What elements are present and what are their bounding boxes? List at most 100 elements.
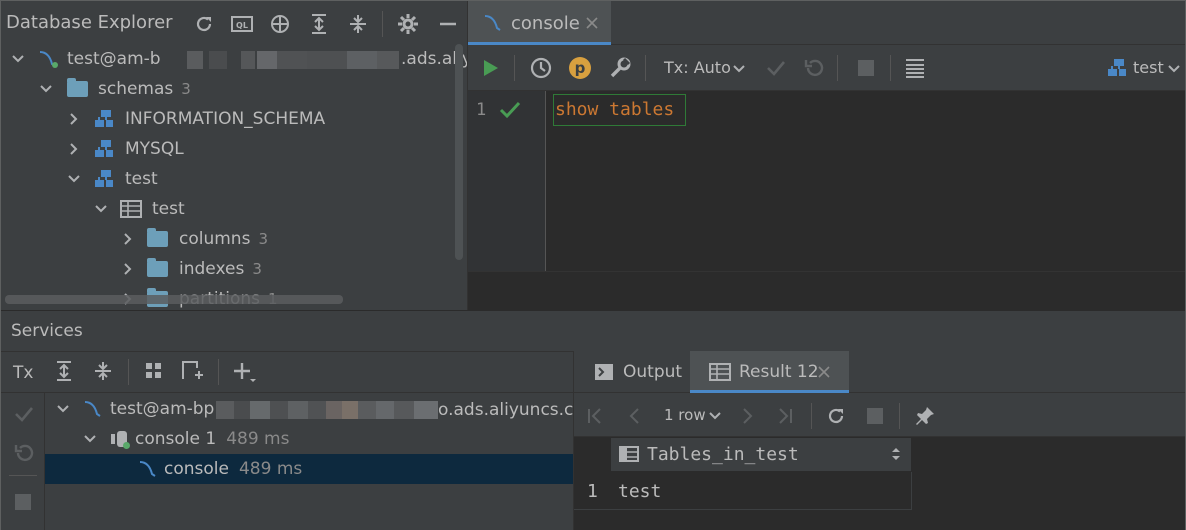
chevron-right-icon[interactable] bbox=[67, 142, 81, 156]
wrench-icon[interactable] bbox=[609, 57, 631, 79]
tab-console[interactable]: console bbox=[468, 1, 611, 45]
expand-all-icon[interactable] bbox=[307, 12, 331, 36]
first-page-icon[interactable] bbox=[586, 407, 604, 425]
folder-icon bbox=[67, 78, 88, 97]
chevron-down-icon[interactable] bbox=[732, 62, 746, 76]
refresh-icon[interactable] bbox=[192, 12, 216, 36]
schema-icon bbox=[1108, 59, 1126, 76]
parameter-icon[interactable]: p bbox=[569, 57, 591, 79]
tree-schemas[interactable]: schemas 3 bbox=[39, 74, 191, 104]
rollback-icon[interactable] bbox=[13, 442, 35, 464]
services-connection[interactable]: test@am-bp bbox=[56, 394, 214, 424]
vertical-scrollbar[interactable] bbox=[455, 44, 463, 260]
tree-mysql[interactable]: MYSQL bbox=[67, 134, 184, 164]
chevron-right-icon[interactable] bbox=[121, 262, 135, 276]
refresh-icon[interactable] bbox=[826, 406, 846, 426]
connection-label-prefix: test@am-bp bbox=[110, 399, 215, 419]
tree-label: columns bbox=[179, 229, 251, 249]
results-tab-bar: Output Result 12 bbox=[574, 351, 1185, 393]
add-icon[interactable] bbox=[232, 361, 256, 385]
hide-panel-icon[interactable] bbox=[436, 12, 460, 36]
tab-output[interactable]: Output bbox=[574, 351, 689, 393]
ql-console-icon[interactable]: QL bbox=[230, 12, 254, 36]
tab-label: Result 12 bbox=[739, 362, 819, 382]
console1-time: 489 ms bbox=[226, 429, 290, 449]
session-icon bbox=[109, 429, 131, 449]
mysql-dolphin-icon bbox=[139, 461, 156, 477]
database-explorer-panel: Database Explorer QL test@am-b .ads.aliy bbox=[1, 1, 472, 310]
tx-dropdown[interactable]: Tx bbox=[13, 363, 33, 383]
mysql-dolphin-icon bbox=[484, 15, 501, 31]
new-service-group-icon[interactable] bbox=[181, 359, 205, 381]
folder-icon bbox=[147, 258, 168, 277]
chevron-down-icon[interactable] bbox=[94, 202, 108, 216]
tree-label: MYSQL bbox=[125, 139, 184, 159]
chevron-down-icon[interactable] bbox=[39, 82, 53, 96]
tab-label: Output bbox=[623, 362, 683, 382]
tx-mode-dropdown[interactable]: Tx: Auto bbox=[664, 58, 731, 77]
group-by-icon[interactable] bbox=[144, 361, 164, 381]
selected-row bbox=[45, 454, 573, 484]
console1-label: console 1 bbox=[135, 429, 217, 449]
rollback-icon[interactable] bbox=[803, 57, 825, 79]
pin-icon[interactable] bbox=[914, 405, 936, 427]
chevron-down-icon[interactable] bbox=[56, 402, 70, 416]
tree-connection[interactable]: test@am-b bbox=[11, 44, 161, 74]
chevron-right-icon[interactable] bbox=[121, 232, 135, 246]
tree-label: INFORMATION_SCHEMA bbox=[125, 109, 326, 129]
sort-icon[interactable] bbox=[890, 447, 902, 461]
run-icon[interactable] bbox=[482, 58, 500, 78]
tree-columns[interactable]: columns 3 bbox=[121, 224, 268, 254]
tree-label: test bbox=[125, 169, 158, 189]
stop-icon[interactable] bbox=[867, 408, 883, 424]
column-header[interactable]: Tables_in_test bbox=[647, 444, 799, 465]
database-explorer-title: Database Explorer bbox=[6, 12, 173, 33]
connection-label-prefix: test@am-b bbox=[67, 49, 161, 69]
gear-icon[interactable] bbox=[396, 12, 420, 36]
close-icon[interactable] bbox=[585, 16, 599, 30]
commit-icon[interactable] bbox=[765, 57, 787, 79]
results-grid: Tables_in_test 1 test bbox=[574, 437, 1185, 530]
chevron-down-icon[interactable] bbox=[83, 432, 97, 446]
tab-result[interactable]: Result 12 bbox=[690, 351, 849, 393]
tree-label: schemas bbox=[98, 79, 174, 99]
output-layout-icon[interactable] bbox=[904, 57, 926, 79]
horizontal-scrollbar[interactable] bbox=[5, 295, 343, 304]
schema-selector[interactable]: test bbox=[1133, 58, 1164, 77]
history-icon[interactable] bbox=[529, 56, 553, 80]
table-cell[interactable]: test bbox=[618, 481, 661, 502]
tree-label: test bbox=[152, 199, 185, 219]
stop-icon[interactable] bbox=[858, 60, 874, 76]
row-count-dropdown[interactable]: 1 row bbox=[664, 406, 706, 424]
row-number: 1 bbox=[587, 481, 598, 502]
chevron-down-icon[interactable] bbox=[708, 409, 722, 423]
services-console[interactable]: console 489 ms bbox=[137, 454, 302, 484]
tree-indexes[interactable]: indexes 3 bbox=[121, 254, 262, 284]
chevron-down-icon[interactable] bbox=[11, 52, 25, 66]
tree-count: 3 bbox=[258, 230, 268, 248]
previous-page-icon[interactable] bbox=[626, 407, 644, 425]
close-icon[interactable] bbox=[817, 365, 831, 379]
commit-icon[interactable] bbox=[13, 403, 35, 425]
code-editor[interactable]: 1 show tables bbox=[468, 91, 1185, 310]
tab-label: console bbox=[511, 13, 580, 34]
chevron-down-icon[interactable] bbox=[67, 172, 81, 186]
expand-all-icon[interactable] bbox=[54, 360, 74, 382]
crosshair-icon[interactable] bbox=[268, 12, 292, 36]
mysql-dolphin-icon bbox=[84, 401, 101, 417]
next-page-icon[interactable] bbox=[738, 407, 756, 425]
tree-table-test[interactable]: test bbox=[94, 194, 185, 224]
console-output-icon bbox=[595, 364, 613, 380]
services-title: Services bbox=[11, 321, 83, 341]
stop-icon[interactable] bbox=[15, 494, 31, 510]
services-console1[interactable]: console 1 489 ms bbox=[83, 424, 289, 454]
chevron-down-icon[interactable] bbox=[1167, 62, 1181, 76]
tree-information-schema[interactable]: INFORMATION_SCHEMA bbox=[67, 104, 325, 134]
chevron-right-icon[interactable] bbox=[67, 112, 81, 126]
collapse-all-icon[interactable] bbox=[346, 12, 370, 36]
table-icon bbox=[120, 200, 142, 218]
collapse-all-icon[interactable] bbox=[93, 360, 113, 382]
last-page-icon[interactable] bbox=[776, 407, 794, 425]
results-toolbar: 1 row bbox=[574, 393, 1185, 437]
tree-schema-test[interactable]: test bbox=[67, 164, 158, 194]
